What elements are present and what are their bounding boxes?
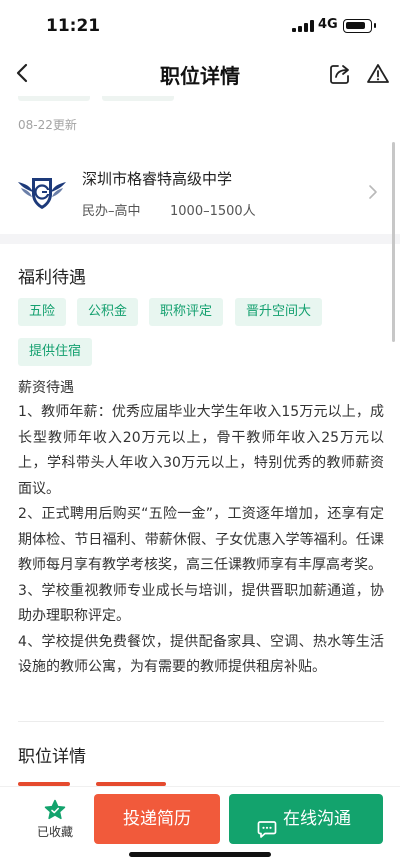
status-bar: 11:21 4G xyxy=(0,0,400,50)
chat-icon xyxy=(257,809,277,838)
battery-level xyxy=(346,22,365,29)
apply-resume-button[interactable]: 投递简历 xyxy=(94,794,220,844)
welfare-tag: 提供住宿 xyxy=(18,338,93,366)
home-indicator[interactable] xyxy=(129,852,271,857)
online-chat-label: 在线沟通 xyxy=(283,809,351,829)
welfare-tag: 晋升空间大 xyxy=(235,298,323,326)
section-divider xyxy=(18,721,384,722)
welfare-title: 福利待遇 xyxy=(18,268,86,288)
section-divider xyxy=(0,234,400,244)
salary-heading: 薪资待遇 xyxy=(18,380,74,396)
signal-icon xyxy=(292,20,314,32)
welfare-tag: 五险 xyxy=(18,298,67,326)
job-detail-title: 职位详情 xyxy=(18,747,86,767)
welfare-tag: 公积金 xyxy=(77,298,139,326)
nav-bar: 职位详情 xyxy=(0,50,400,96)
update-time: 08-22更新 xyxy=(18,118,77,132)
clipped-tag xyxy=(102,96,174,101)
battery-icon xyxy=(343,19,376,33)
company-name: 深圳市格睿特高级中学 xyxy=(82,170,233,188)
salary-paragraph: 2、正式聘用后购买“五险一金”，工资逐年增加，还享有定期体检、节日福利、带薪休假… xyxy=(18,506,384,573)
clipped-tag xyxy=(18,96,90,101)
company-logo xyxy=(16,172,68,212)
status-time: 11:21 xyxy=(46,16,101,36)
chevron-right-icon xyxy=(366,182,380,202)
share-icon[interactable] xyxy=(328,62,352,86)
welfare-tag: 职称评定 xyxy=(149,298,224,326)
company-size: 1000–1500人 xyxy=(170,204,256,219)
scrollbar[interactable] xyxy=(392,142,395,342)
salary-paragraph: 4、学校提供免费餐饮，提供配备家具、空调、热水等生活设施的教师公寓，为有需要的教… xyxy=(18,633,384,676)
company-type: 民办–高中 xyxy=(82,204,141,219)
salary-description: 1、教师年薪：优秀应届毕业大学生年收入15万元以上，成长型教师年收入20万元以上… xyxy=(18,400,384,681)
company-card[interactable]: 深圳市格睿特高级中学 民办–高中 1000–1500人 xyxy=(0,152,400,234)
report-icon[interactable] xyxy=(366,62,390,86)
salary-paragraph: 3、学校重视教师专业成长与培训，提供晋职加薪通道，协助办理职称评定。 xyxy=(18,582,384,625)
favorite-label[interactable]: 已收藏 xyxy=(28,823,82,840)
online-chat-button[interactable]: 在线沟通 xyxy=(229,794,383,844)
favorite-icon[interactable] xyxy=(44,799,66,821)
salary-paragraph: 1、教师年薪：优秀应届毕业大学生年收入15万元以上，成长型教师年收入20万元以上… xyxy=(18,404,384,497)
network-label: 4G xyxy=(318,17,338,32)
